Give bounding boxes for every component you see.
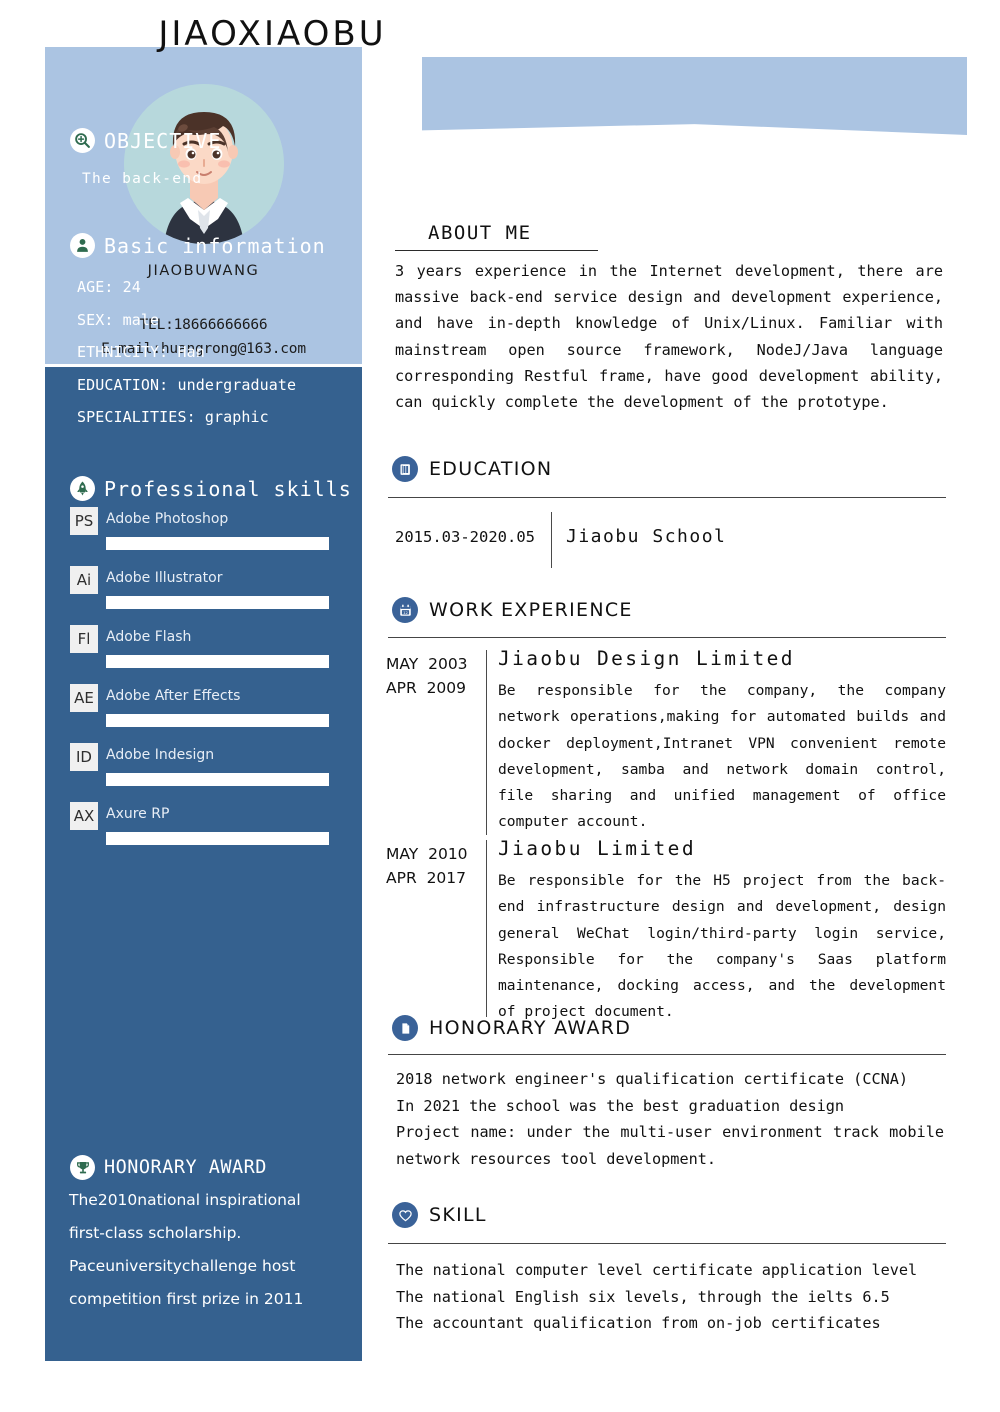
skill-progress-bar	[106, 596, 329, 609]
skill-row: PS Adobe Photoshop	[70, 507, 347, 554]
svg-text:12: 12	[403, 610, 408, 614]
trophy-icon	[70, 1155, 95, 1180]
about-me-text: 3 years experience in the Internet devel…	[395, 262, 943, 412]
sidebar-honor-title: HONORARY AWARD	[104, 1157, 267, 1178]
work-company: Jiaobu Design Limited	[498, 647, 795, 670]
basic-info-item: SEX: male	[77, 310, 160, 329]
skill-progress-bar	[106, 655, 329, 668]
document-icon	[392, 1015, 418, 1041]
professional-skill-list: PS Adobe Photoshop Ai Adobe Illustrator …	[70, 507, 347, 849]
skill-text: The national computer level certificate …	[396, 1257, 944, 1337]
honorary-award-line: Project name: under the multi-user envir…	[396, 1123, 944, 1168]
skill-row: ID Adobe Indesign	[70, 743, 347, 790]
education-date: 2015.03-2020.05	[395, 528, 535, 546]
skill-name: Adobe After Effects	[106, 688, 241, 704]
sidebar-objective-text: The back-end	[82, 171, 203, 187]
work-description: Be responsible for the H5 project from t…	[498, 872, 946, 1021]
user-icon	[70, 233, 95, 258]
sidebar-honor-line: first-class scholarship.	[69, 1224, 242, 1242]
skill-progress-bar	[106, 537, 329, 550]
work-dates: MAY 2010 APR 2017	[386, 845, 468, 887]
skill-section-header: SKILL	[392, 1202, 487, 1228]
skill-name: Adobe Indesign	[106, 747, 215, 763]
honorary-award-divider	[388, 1054, 946, 1055]
work-company: Jiaobu Limited	[498, 837, 696, 860]
skill-row: Ai Adobe Illustrator	[70, 566, 347, 613]
honorary-award-line: In 2021 the school was the best graduati…	[396, 1096, 845, 1115]
avatar-illustration	[123, 84, 284, 244]
work-vertical-divider	[486, 840, 487, 1017]
skill-line: The national computer level certificate …	[396, 1261, 918, 1279]
basic-information-list: AGE: 24 SEX: male ETHNICITY: Han EDUCATI…	[77, 278, 296, 426]
heart-icon	[392, 1202, 418, 1228]
basic-info-item: SPECIALITIES: graphic	[77, 408, 269, 426]
education-school: Jiaobu School	[566, 526, 727, 547]
sidebar-section-basic-information: Basic information	[70, 233, 326, 258]
sidebar: JIAOBUWANG TEL:18666666666 E-mail:huangr…	[45, 47, 362, 1361]
basic-info-item: ETHNICITY: Han	[77, 343, 205, 361]
rocket-icon	[70, 476, 95, 501]
basic-info-item: EDUCATION: undergraduate	[77, 375, 297, 394]
calendar-icon: 12	[392, 597, 418, 623]
basic-info-item: AGE: 24	[77, 278, 141, 296]
skill-tag: Fl	[70, 625, 98, 653]
skill-name: Adobe Photoshop	[106, 511, 229, 527]
work-experience-divider	[388, 637, 946, 638]
sidebar-honor-line: Paceuniversitychallenge host	[69, 1257, 296, 1275]
work-dates: MAY 2003 APR 2009	[386, 655, 468, 697]
skill-tag: AX	[70, 802, 98, 830]
skill-progress-bar	[106, 832, 329, 845]
sidebar-honor-lines: The2010national inspirational first-clas…	[69, 1191, 341, 1308]
sidebar-honor-line: The2010national inspirational	[69, 1191, 301, 1209]
skill-row: AE Adobe After Effects	[70, 684, 347, 731]
about-me-divider	[395, 250, 598, 251]
avatar	[123, 84, 284, 244]
sidebar-section-professional-skills: Professional skills	[70, 476, 352, 501]
education-divider	[388, 497, 946, 498]
honorary-award-section-header: HONORARY AWARD	[392, 1015, 631, 1041]
person-name: JIAOBUWANG	[147, 263, 260, 279]
skill-line: The national English six levels, through…	[396, 1287, 890, 1306]
skill-progress-bar	[106, 773, 329, 786]
resume-page: JIAOBUWANG TEL:18666666666 E-mail:huangr…	[0, 0, 1000, 1412]
about-me-title: ABOUT ME	[428, 222, 532, 244]
skill-title: SKILL	[429, 1204, 487, 1226]
skill-progress-bar	[106, 714, 329, 727]
skill-tag: Ai	[70, 566, 98, 594]
skill-row: Fl Adobe Flash	[70, 625, 347, 672]
book-icon	[392, 456, 418, 482]
honorary-award-title: HONORARY AWARD	[429, 1017, 632, 1039]
education-title: EDUCATION	[429, 458, 553, 480]
work-description: Be responsible for the company, the comp…	[498, 682, 946, 831]
page-title: JIAOXIAOBU	[158, 14, 387, 54]
skill-name: Adobe Illustrator	[106, 570, 223, 586]
sidebar-honor-line: competition first prize in 2011	[69, 1290, 304, 1308]
skill-name: Axure RP	[106, 806, 170, 822]
honorary-award-text: 2018 network engineer's qualification ce…	[396, 1066, 944, 1172]
sidebar-objective-title: OBJECTIVE	[104, 128, 222, 153]
skill-name: Adobe Flash	[106, 629, 192, 645]
work-vertical-divider	[486, 650, 487, 835]
skill-tag: PS	[70, 507, 98, 535]
sidebar-basic-title: Basic information	[104, 233, 326, 258]
skill-tag: AE	[70, 684, 98, 712]
skill-divider	[388, 1243, 946, 1244]
honorary-award-line: 2018 network engineer's qualification ce…	[396, 1070, 909, 1088]
skill-row: AX Axure RP	[70, 802, 347, 849]
name-banner	[422, 57, 967, 135]
education-vertical-divider	[551, 512, 552, 568]
sidebar-skills-title: Professional skills	[104, 476, 352, 501]
skill-tag: ID	[70, 743, 98, 771]
work-experience-title: WORK EXPERIENCE	[429, 599, 633, 621]
education-section-header: EDUCATION	[392, 456, 552, 482]
sidebar-section-objective: OBJECTIVE	[70, 128, 221, 153]
zoom-in-icon	[70, 128, 95, 153]
work-experience-section-header: 12 WORK EXPERIENCE	[392, 597, 633, 623]
sidebar-section-honorary-award: HONORARY AWARD	[70, 1155, 267, 1180]
skill-line: The accountant qualification from on-job…	[396, 1314, 881, 1332]
